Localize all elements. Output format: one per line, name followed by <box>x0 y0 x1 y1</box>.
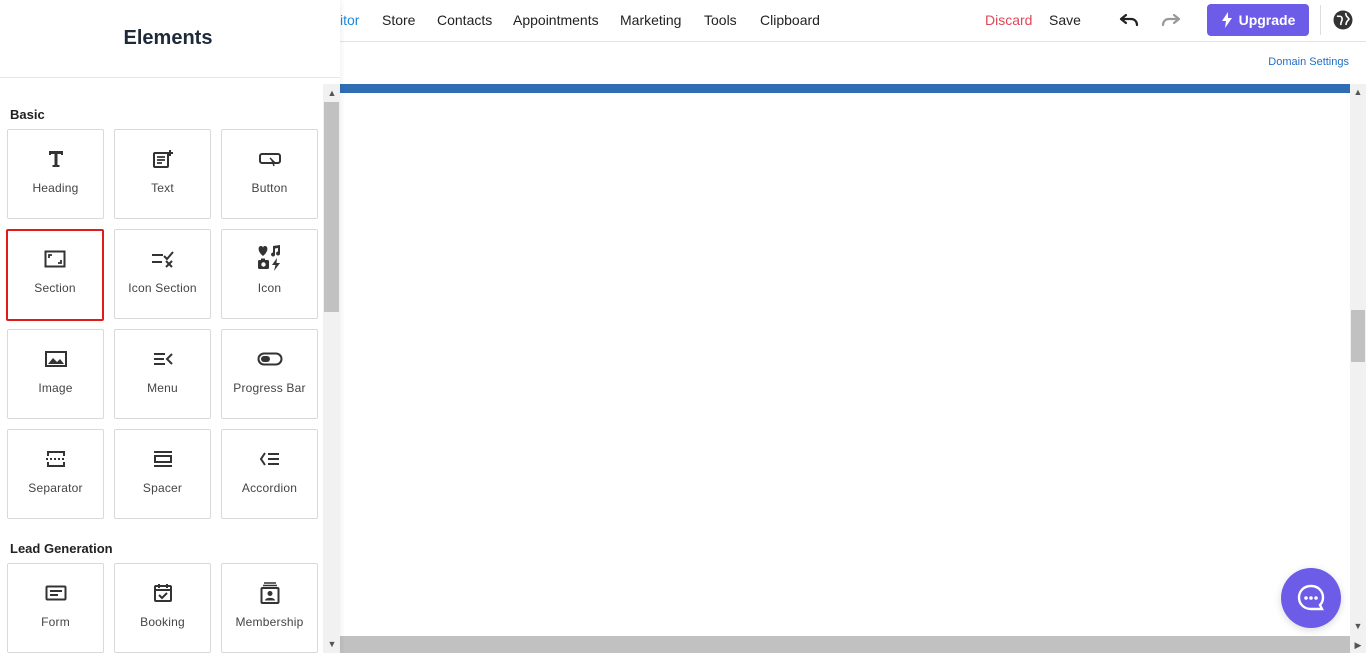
scrollbar-corner: ▶ <box>1350 636 1366 653</box>
element-form[interactable]: Form <box>7 563 104 653</box>
sidebar-header: Elements <box>0 0 340 78</box>
canvas-header-bar <box>340 84 1350 93</box>
membership-icon <box>222 582 317 604</box>
domain-settings-link[interactable]: Domain Settings <box>1268 56 1349 68</box>
nav-marketing[interactable]: Marketing <box>620 12 681 28</box>
form-icon <box>8 582 103 604</box>
sidebar-scroll-down-icon[interactable]: ▼ <box>325 637 339 651</box>
canvas-scroll-thumb[interactable] <box>1351 310 1365 362</box>
sidebar-title: Elements <box>123 27 213 49</box>
element-separator[interactable]: Separator <box>7 429 104 519</box>
globe-icon[interactable] <box>1332 9 1356 31</box>
scroll-down-icon[interactable]: ▼ <box>1351 619 1365 633</box>
sidebar-scroll-up-icon[interactable]: ▲ <box>325 86 339 100</box>
accordion-icon <box>222 448 317 470</box>
element-spacer[interactable]: Spacer <box>114 429 211 519</box>
lightning-icon <box>1221 12 1233 28</box>
section-icon <box>8 248 102 270</box>
element-icon-section[interactable]: Icon Section <box>114 229 211 319</box>
heading-icon <box>8 148 103 170</box>
chat-icon <box>1297 584 1325 611</box>
elements-sidebar: Elements ▲ ▼ Basic Heading Text Button S… <box>0 0 340 653</box>
element-section[interactable]: Section <box>6 229 104 321</box>
icon-section-icon <box>115 248 210 270</box>
nav-store[interactable]: Store <box>382 12 415 28</box>
element-heading[interactable]: Heading <box>7 129 104 219</box>
save-button[interactable]: Save <box>1049 12 1081 28</box>
separator-icon <box>8 448 103 470</box>
element-membership[interactable]: Membership <box>221 563 318 653</box>
nav-divider <box>1320 5 1321 35</box>
redo-icon[interactable] <box>1159 10 1183 32</box>
element-button[interactable]: Button <box>221 129 318 219</box>
upgrade-button[interactable]: Upgrade <box>1207 4 1309 36</box>
element-accordion[interactable]: Accordion <box>221 429 318 519</box>
chat-button[interactable] <box>1281 568 1341 628</box>
element-booking[interactable]: Booking <box>114 563 211 653</box>
element-menu[interactable]: Menu <box>114 329 211 419</box>
spacer-icon <box>115 448 210 470</box>
text-icon <box>115 148 210 170</box>
scroll-right-icon[interactable]: ▶ <box>1351 638 1365 652</box>
discard-button[interactable]: Discard <box>985 12 1032 28</box>
nav-contacts[interactable]: Contacts <box>437 12 492 28</box>
upgrade-label: Upgrade <box>1238 12 1296 28</box>
undo-icon[interactable] <box>1117 10 1141 32</box>
element-text[interactable]: Text <box>114 129 211 219</box>
nav-editor[interactable]: itor <box>340 12 359 28</box>
element-image[interactable]: Image <box>7 329 104 419</box>
booking-icon <box>115 582 210 604</box>
nav-tools[interactable]: Tools <box>704 12 737 28</box>
button-icon <box>222 148 317 170</box>
sidebar-scroll-thumb[interactable] <box>324 102 339 312</box>
section-label-basic: Basic <box>10 107 45 122</box>
element-progress-bar[interactable]: Progress Bar <box>221 329 318 419</box>
element-icon[interactable]: Icon <box>221 229 318 319</box>
nav-clipboard[interactable]: Clipboard <box>760 12 820 28</box>
scroll-up-icon[interactable]: ▲ <box>1351 85 1365 99</box>
icons-icon <box>222 244 317 272</box>
image-icon <box>8 348 103 370</box>
section-label-lead-generation: Lead Generation <box>10 541 113 556</box>
menu-icon <box>115 348 210 370</box>
canvas-horizontal-scrollbar[interactable] <box>340 636 1350 653</box>
nav-appointments[interactable]: Appointments <box>513 12 599 28</box>
progress-bar-icon <box>222 348 317 370</box>
